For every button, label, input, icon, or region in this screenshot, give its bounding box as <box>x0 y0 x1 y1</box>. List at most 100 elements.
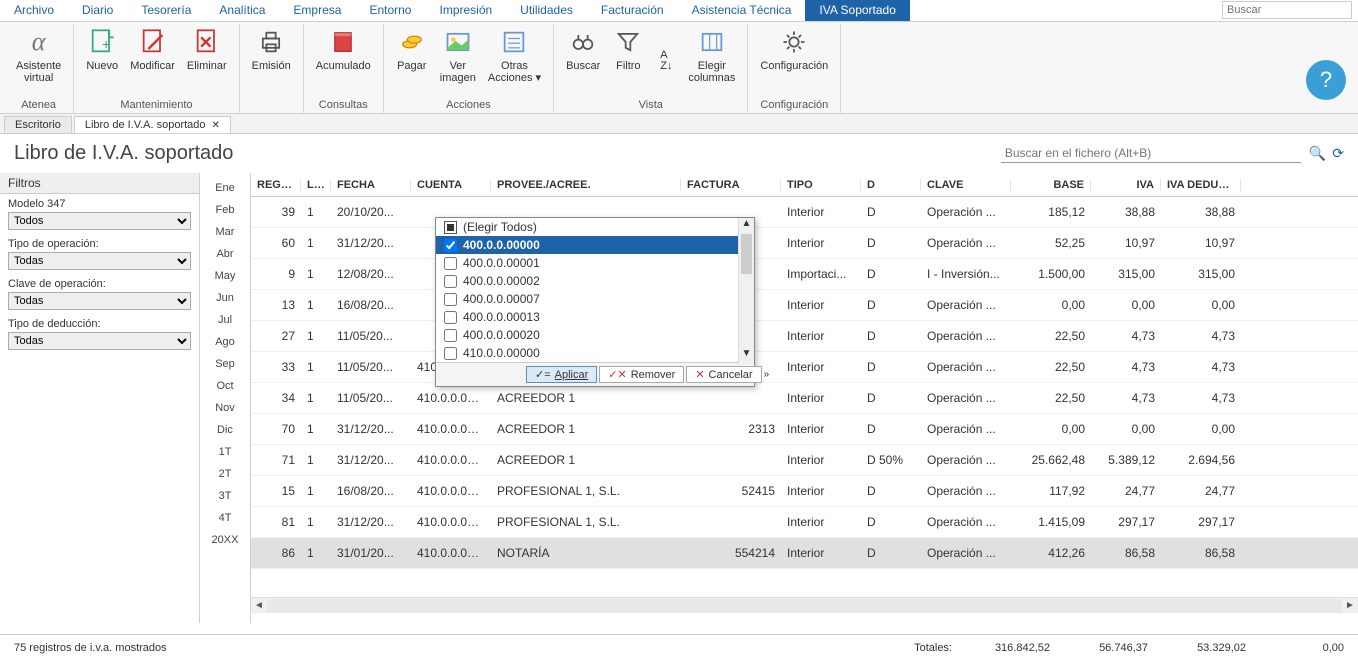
table-row[interactable]: 34111/05/20...410.0.0.00001ACREEDOR 1Int… <box>251 383 1358 414</box>
checkbox[interactable] <box>444 329 457 342</box>
table-row[interactable]: 13116/08/20...InteriorDOperación ...0,00… <box>251 290 1358 321</box>
table-row[interactable]: 70131/12/20...410.0.0.00001ACREEDOR 1231… <box>251 414 1358 445</box>
col-header-lib[interactable]: LIB. <box>301 179 331 191</box>
col-header-ivaded[interactable]: IVA DEDUCI... <box>1161 179 1241 191</box>
filtro-button[interactable]: Filtro <box>606 24 650 97</box>
month-20xx[interactable]: 20XX <box>200 529 250 551</box>
help-icon[interactable]: ? <box>1306 60 1346 100</box>
col-header-provee[interactable]: PROVEE./ACREE. <box>491 179 681 191</box>
filter-option[interactable]: 400.0.0.00001 <box>436 254 754 272</box>
asistente-virtual-button[interactable]: α Asistente virtual <box>10 24 67 97</box>
elegir-columnas-button[interactable]: Elegir columnas <box>682 24 741 97</box>
close-icon[interactable]: ✕ <box>212 120 220 131</box>
col-header-fecha[interactable]: FECHA <box>331 179 411 191</box>
menu-entorno[interactable]: Entorno <box>355 0 425 21</box>
col-header-tipo[interactable]: TIPO <box>781 179 861 191</box>
month-mar[interactable]: Mar <box>200 221 250 243</box>
checkbox[interactable] <box>444 311 457 324</box>
month-abr[interactable]: Abr <box>200 243 250 265</box>
remover-button[interactable]: ✓✕Remover <box>599 366 684 383</box>
month-ene[interactable]: Ene <box>200 177 250 199</box>
menu-impresion[interactable]: Impresión <box>425 0 506 21</box>
menu-empresa[interactable]: Empresa <box>279 0 355 21</box>
scroll-down-icon[interactable]: ▼ <box>739 348 754 364</box>
grid-body[interactable]: 39120/10/20...InteriorDOperación ...185,… <box>251 197 1358 597</box>
filter-option[interactable]: 400.0.0.00002 <box>436 272 754 290</box>
more-icon[interactable]: » <box>764 369 770 380</box>
eliminar-button[interactable]: Eliminar <box>181 24 233 97</box>
filter-select-all[interactable]: (Elegir Todos) <box>436 218 754 236</box>
filter-option[interactable]: 410.0.0.00000 <box>436 344 754 362</box>
month-nov[interactable]: Nov <box>200 397 250 419</box>
horizontal-scrollbar[interactable]: ◄ ► <box>251 597 1358 613</box>
col-header-clave[interactable]: CLAVE <box>921 179 1011 191</box>
tab-libro-iva[interactable]: Libro de I.V.A. soportado ✕ <box>74 116 231 133</box>
buscar-button[interactable]: Buscar <box>560 24 606 97</box>
table-row[interactable]: 27111/05/20...InteriorDOperación ...22,5… <box>251 321 1358 352</box>
month-1t[interactable]: 1T <box>200 441 250 463</box>
table-row[interactable]: 33111/05/20...410.0.0.00001ACREEDOR 1Int… <box>251 352 1358 383</box>
month-oct[interactable]: Oct <box>200 375 250 397</box>
table-row[interactable]: 86131/01/20...410.0.0.00003NOTARÍA554214… <box>251 538 1358 569</box>
scroll-track[interactable] <box>267 599 1342 613</box>
checkbox[interactable] <box>444 275 457 288</box>
scroll-right-icon[interactable]: ► <box>1342 600 1358 611</box>
filter-option[interactable]: 400.0.0.00007 <box>436 290 754 308</box>
file-search-input[interactable] <box>1001 144 1301 163</box>
checkbox[interactable] <box>444 257 457 270</box>
col-header-iva[interactable]: IVA <box>1091 179 1161 191</box>
filter-option[interactable]: 400.0.0.00000 <box>436 236 754 254</box>
tab-escritorio[interactable]: Escritorio <box>4 116 72 133</box>
filter-modelo347-select[interactable]: Todos <box>8 212 191 230</box>
month-2t[interactable]: 2T <box>200 463 250 485</box>
menu-tesoreria[interactable]: Tesorería <box>127 0 205 21</box>
table-row[interactable]: 71131/12/20...410.0.0.00001ACREEDOR 1Int… <box>251 445 1358 476</box>
table-row[interactable]: 81131/12/20...410.0.0.00001PROFESIONAL 1… <box>251 507 1358 538</box>
menu-asistencia[interactable]: Asistencia Técnica <box>678 0 806 21</box>
scroll-thumb[interactable] <box>739 234 754 348</box>
cancelar-button[interactable]: ✕Cancelar <box>686 366 761 383</box>
filter-option[interactable]: 400.0.0.00013 <box>436 308 754 326</box>
configuracion-button[interactable]: Configuración <box>754 24 834 97</box>
filter-tipo-deduccion-select[interactable]: Todas <box>8 332 191 350</box>
emision-button[interactable]: Emisión <box>246 24 297 97</box>
menu-analitica[interactable]: Analítica <box>205 0 279 21</box>
menu-utilidades[interactable]: Utilidades <box>506 0 587 21</box>
month-sep[interactable]: Sep <box>200 353 250 375</box>
filter-tipo-operacion-select[interactable]: Todas <box>8 252 191 270</box>
checkbox[interactable] <box>444 239 457 252</box>
month-ago[interactable]: Ago <box>200 331 250 353</box>
col-header-base[interactable]: BASE <box>1011 179 1091 191</box>
scroll-left-icon[interactable]: ◄ <box>251 600 267 611</box>
menu-facturacion[interactable]: Facturación <box>587 0 678 21</box>
global-search-input[interactable] <box>1222 1 1352 19</box>
col-header-factura[interactable]: FACTURA <box>681 179 781 191</box>
filter-option[interactable]: 400.0.0.00020 <box>436 326 754 344</box>
menu-archivo[interactable]: Archivo <box>0 0 68 21</box>
search-icon[interactable]: 🔍 <box>1309 145 1326 162</box>
month-dic[interactable]: Dic <box>200 419 250 441</box>
otras-acciones-button[interactable]: Otras Acciones ▾ <box>482 24 547 97</box>
checkbox-indeterminate-icon[interactable] <box>444 221 457 234</box>
table-row[interactable]: 39120/10/20...InteriorDOperación ...185,… <box>251 197 1358 228</box>
modificar-button[interactable]: Modificar <box>124 24 181 97</box>
month-jun[interactable]: Jun <box>200 287 250 309</box>
ver-imagen-button[interactable]: Ver imagen <box>434 24 482 97</box>
menu-diario[interactable]: Diario <box>68 0 127 21</box>
month-may[interactable]: May <box>200 265 250 287</box>
table-row[interactable]: 15116/08/20...410.0.0.00001PROFESIONAL 1… <box>251 476 1358 507</box>
col-header-regist[interactable]: REGIST... <box>251 179 301 191</box>
month-4t[interactable]: 4T <box>200 507 250 529</box>
scroll-up-icon[interactable]: ▲ <box>739 218 754 234</box>
table-row[interactable]: 9112/08/20...Importaci...DI - Inversión.… <box>251 259 1358 290</box>
sort-button[interactable]: AZ↓ <box>650 49 682 73</box>
month-feb[interactable]: Feb <box>200 199 250 221</box>
checkbox[interactable] <box>444 347 457 360</box>
nuevo-button[interactable]: + Nuevo <box>80 24 124 97</box>
menu-iva-soportado[interactable]: IVA Soportado <box>805 0 910 21</box>
popup-scrollbar[interactable]: ▲ ▼ <box>738 218 754 364</box>
acumulado-button[interactable]: Acumulado <box>310 24 377 97</box>
refresh-icon[interactable]: ⟳ <box>1332 145 1344 162</box>
aplicar-button[interactable]: ✓=Aplicar <box>526 366 597 383</box>
col-header-d[interactable]: D <box>861 179 921 191</box>
